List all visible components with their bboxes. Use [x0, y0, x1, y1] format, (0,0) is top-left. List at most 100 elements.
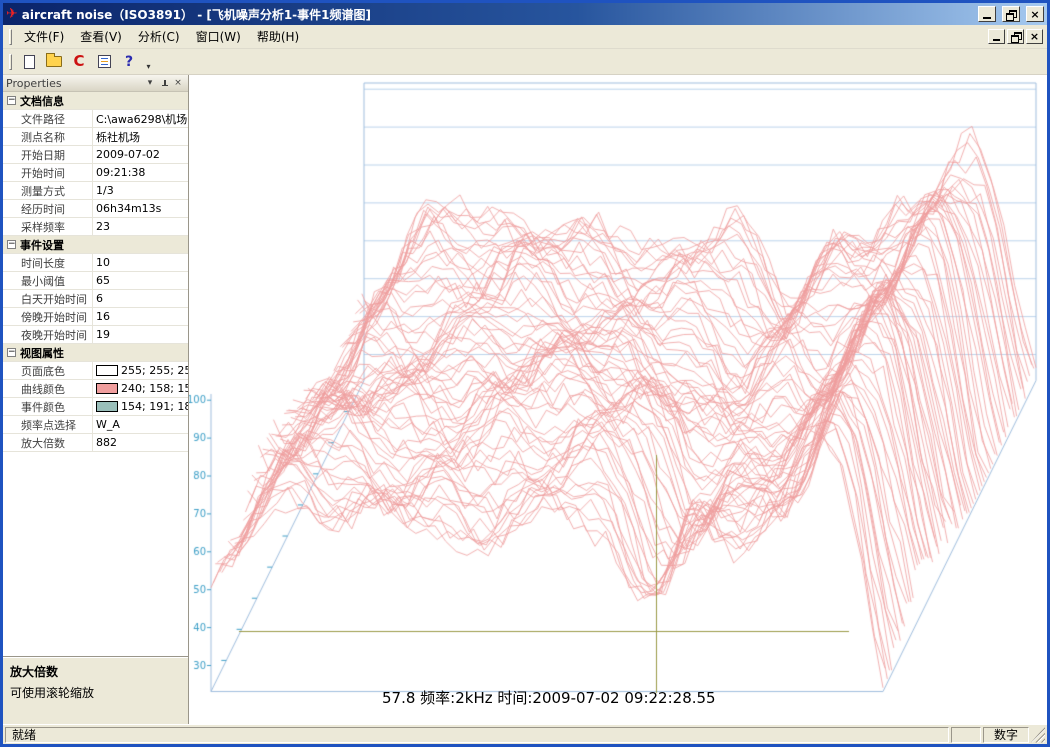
property-value[interactable]: 255; 255; 25	[93, 362, 188, 379]
collapse-icon[interactable]: −	[7, 96, 16, 105]
property-row[interactable]: 时间长度10	[3, 254, 188, 272]
collapse-icon[interactable]: −	[7, 348, 16, 357]
section-title: 文档信息	[20, 93, 64, 109]
property-value-text: 6	[96, 292, 103, 305]
properties-panel: Properties ▾ × −文档信息文件路径C:\awa6298\机场测点名…	[3, 75, 189, 724]
property-row[interactable]: 开始时间09:21:38	[3, 164, 188, 182]
status-cell-empty	[951, 727, 981, 743]
new-document-button[interactable]	[17, 51, 41, 73]
property-value[interactable]: 16	[93, 308, 188, 325]
app-window: ✈ aircraft noise（ISO3891） - [飞机噪声分析1-事件1…	[0, 0, 1050, 747]
calibration-c-icon: C	[73, 54, 84, 69]
property-value[interactable]: 1/3	[93, 182, 188, 199]
property-value[interactable]: C:\awa6298\机场	[93, 110, 188, 127]
property-label: 白天开始时间	[3, 290, 93, 307]
window-close-button[interactable]: ×	[1026, 6, 1044, 22]
section-header[interactable]: −事件设置	[3, 236, 188, 254]
main-area: Properties ▾ × −文档信息文件路径C:\awa6298\机场测点名…	[3, 75, 1047, 724]
property-label: 傍晚开始时间	[3, 308, 93, 325]
property-value-text: 16	[96, 310, 110, 323]
panel-close-button[interactable]: ×	[171, 77, 185, 90]
window-minimize-button[interactable]	[978, 6, 996, 22]
section-title: 视图属性	[20, 345, 64, 361]
minimize-icon	[993, 39, 1000, 41]
property-help-box: 放大倍数 可使用滚轮缩放	[3, 656, 188, 724]
restore-icon	[1011, 32, 1021, 41]
collapse-icon[interactable]: −	[7, 240, 16, 249]
properties-icon	[98, 55, 111, 68]
property-row[interactable]: 事件颜色154; 191; 18	[3, 398, 188, 416]
property-value[interactable]: 154; 191; 18	[93, 398, 188, 415]
property-value[interactable]: 19	[93, 326, 188, 343]
property-label: 经历时间	[3, 200, 93, 217]
chevron-down-icon: ▾	[146, 62, 150, 71]
status-message: 就绪	[5, 727, 949, 743]
toolbar-overflow-button[interactable]: ▾	[142, 51, 155, 73]
property-label: 放大倍数	[3, 434, 93, 451]
property-row[interactable]: 经历时间06h34m13s	[3, 200, 188, 218]
panel-pin-button[interactable]	[157, 77, 171, 90]
property-value-text: 10	[96, 256, 110, 269]
property-row[interactable]: 开始日期2009-07-02	[3, 146, 188, 164]
property-value[interactable]: 栎社机场	[93, 128, 188, 145]
property-label: 文件路径	[3, 110, 93, 127]
property-value[interactable]: 65	[93, 272, 188, 289]
mdi-window-buttons: ×	[986, 29, 1047, 44]
open-file-button[interactable]	[42, 51, 66, 73]
property-value-text: 06h34m13s	[96, 202, 161, 215]
property-value[interactable]: 6	[93, 290, 188, 307]
menu-window[interactable]: 窗口(W)	[188, 25, 249, 48]
window-restore-button[interactable]	[1002, 6, 1020, 22]
property-value[interactable]: 240; 158; 15	[93, 380, 188, 397]
property-value[interactable]: 2009-07-02	[93, 146, 188, 163]
property-label: 事件颜色	[3, 398, 93, 415]
property-row[interactable]: 傍晚开始时间16	[3, 308, 188, 326]
section-header[interactable]: −视图属性	[3, 344, 188, 362]
menu-help[interactable]: 帮助(H)	[249, 25, 307, 48]
property-row[interactable]: 夜晚开始时间19	[3, 326, 188, 344]
menu-analysis[interactable]: 分析(C)	[130, 25, 188, 48]
property-value[interactable]: W_A	[93, 416, 188, 433]
calibration-button[interactable]: C	[67, 51, 91, 73]
help-button[interactable]: ?	[117, 51, 141, 73]
chart-readout: 57.8 频率:2kHz 时间:2009-07-02 09:22:28.55	[382, 687, 716, 708]
chart-pane: 57.8 频率:2kHz 时间:2009-07-02 09:22:28.55	[189, 75, 1047, 724]
properties-button[interactable]	[92, 51, 116, 73]
titlebar[interactable]: ✈ aircraft noise（ISO3891） - [飞机噪声分析1-事件1…	[3, 3, 1047, 25]
app-icon: ✈	[6, 7, 18, 21]
property-value[interactable]: 09:21:38	[93, 164, 188, 181]
property-value-text: 240; 158; 15	[121, 382, 188, 395]
mdi-minimize-button[interactable]	[988, 29, 1005, 44]
menu-view[interactable]: 查看(V)	[72, 25, 130, 48]
pin-icon	[160, 79, 169, 88]
section-header[interactable]: −文档信息	[3, 92, 188, 110]
property-row[interactable]: 测量方式1/3	[3, 182, 188, 200]
mdi-close-button[interactable]: ×	[1026, 29, 1043, 44]
panel-menu-button[interactable]: ▾	[143, 77, 157, 90]
property-value[interactable]: 23	[93, 218, 188, 235]
color-swatch	[96, 401, 118, 412]
property-value-text: 255; 255; 25	[121, 364, 188, 377]
property-row[interactable]: 白天开始时间6	[3, 290, 188, 308]
property-row[interactable]: 最小阈值65	[3, 272, 188, 290]
toolbar-grip[interactable]	[9, 54, 12, 70]
property-row[interactable]: 采样频率23	[3, 218, 188, 236]
property-row[interactable]: 测点名称栎社机场	[3, 128, 188, 146]
property-row[interactable]: 频率点选择W_A	[3, 416, 188, 434]
property-help-text: 可使用滚轮缩放	[10, 684, 181, 701]
property-row[interactable]: 曲线颜色240; 158; 15	[3, 380, 188, 398]
color-swatch	[96, 383, 118, 394]
property-row[interactable]: 文件路径C:\awa6298\机场	[3, 110, 188, 128]
property-row[interactable]: 放大倍数882	[3, 434, 188, 452]
property-row[interactable]: 页面底色255; 255; 25	[3, 362, 188, 380]
property-value[interactable]: 882	[93, 434, 188, 451]
property-label: 开始时间	[3, 164, 93, 181]
menu-file[interactable]: 文件(F)	[16, 25, 72, 48]
menubar-grip[interactable]	[9, 29, 12, 45]
resize-grip[interactable]	[1031, 727, 1045, 743]
mdi-restore-button[interactable]	[1007, 29, 1024, 44]
status-num-indicator: 数字	[983, 727, 1029, 743]
property-value[interactable]: 10	[93, 254, 188, 271]
property-value[interactable]: 06h34m13s	[93, 200, 188, 217]
waterfall-chart-canvas[interactable]	[189, 75, 1046, 724]
